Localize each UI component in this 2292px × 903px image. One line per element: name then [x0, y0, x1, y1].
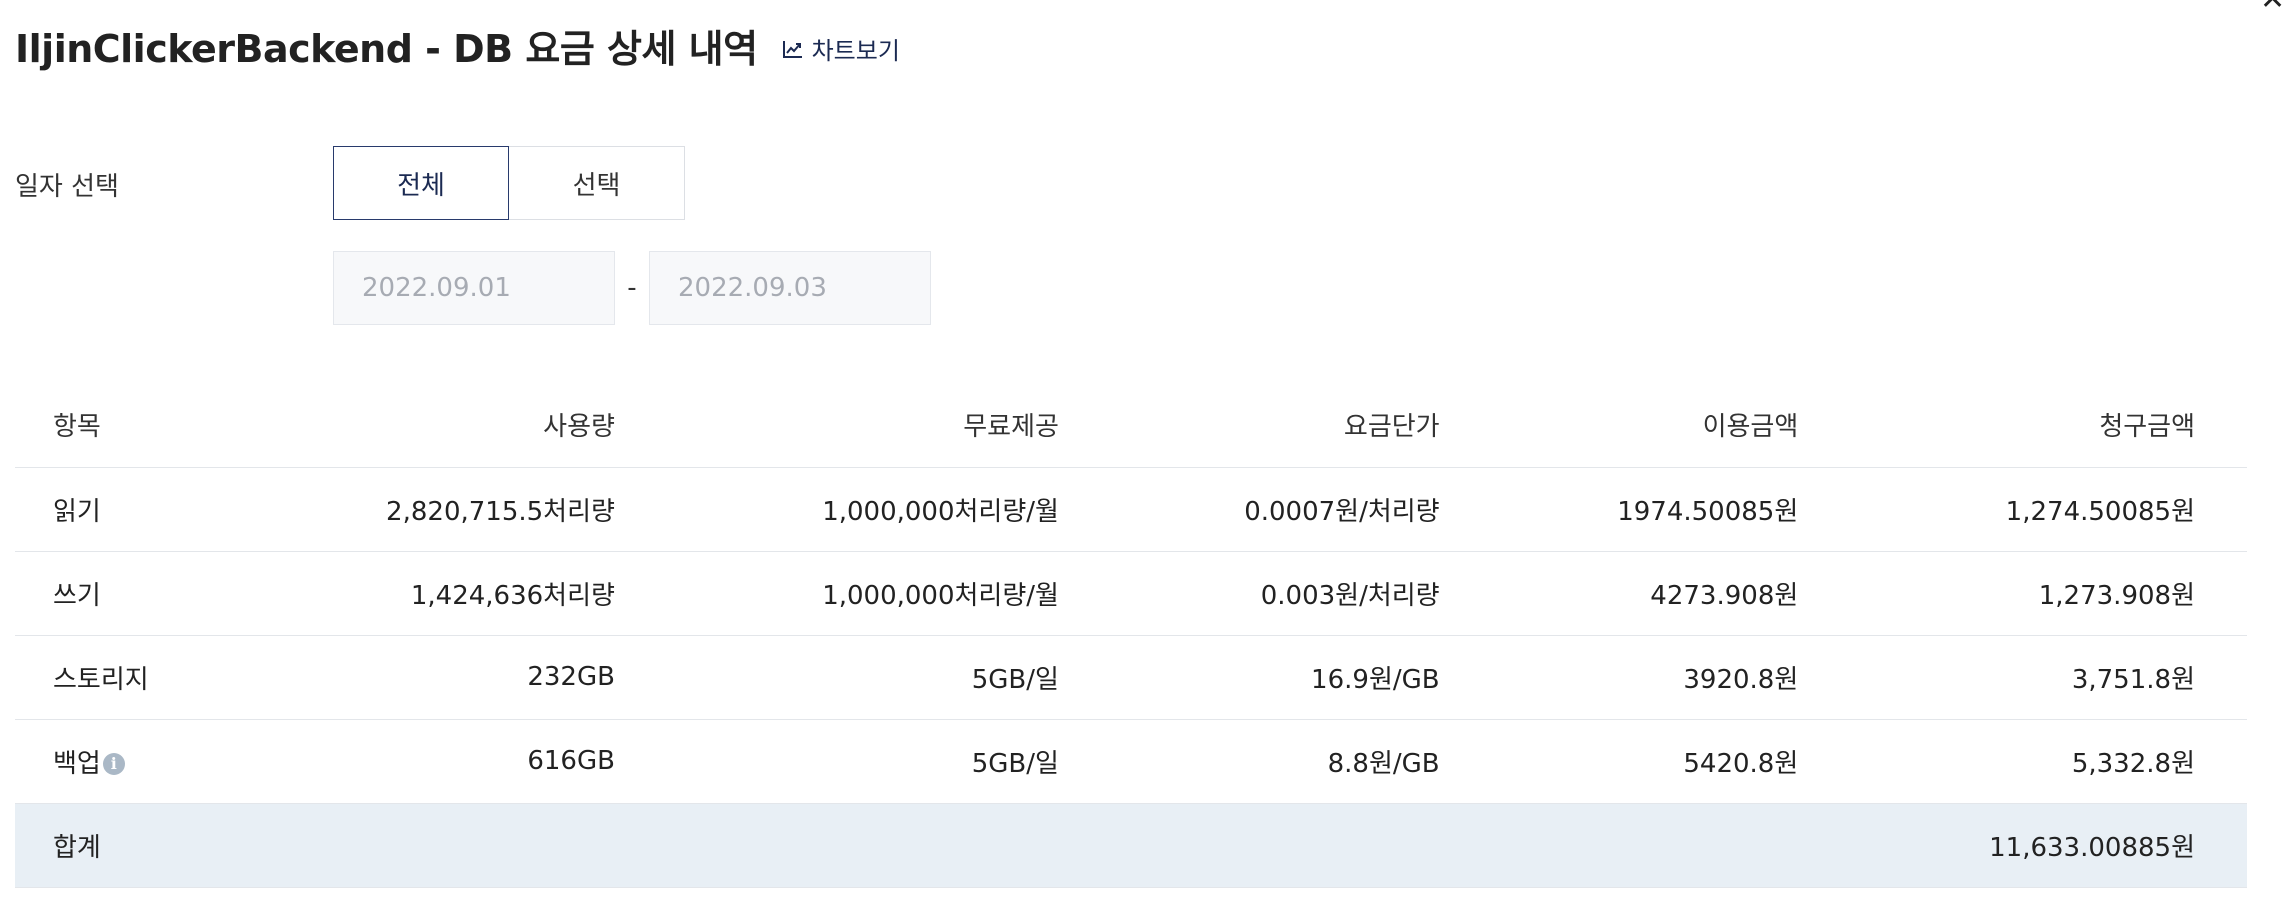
table-row: 읽기 2,820,715.5처리량 1,000,000처리량/월 0.0007원…: [15, 467, 2247, 552]
cell-billed: 1,274.50085원: [1850, 467, 2247, 552]
cell-free: 5GB/일: [666, 719, 1111, 804]
cell-free: 1,000,000처리량/월: [666, 551, 1111, 636]
col-header-unit-price: 요금단가: [1110, 383, 1492, 468]
cell-item: 쓰기: [15, 551, 235, 636]
cell-item-backup: 백업 i: [15, 719, 235, 804]
chart-view-label: 차트보기: [811, 37, 900, 65]
total-billed: 11,633.00885원: [1850, 803, 2247, 888]
total-empty: [235, 803, 667, 888]
col-header-item: 항목: [15, 383, 235, 468]
info-icon[interactable]: i: [102, 753, 125, 775]
cell-amount: 5420.8원: [1491, 719, 1851, 804]
cell-amount: 1974.50085원: [1491, 467, 1851, 552]
total-empty: [1110, 803, 1492, 888]
cell-unit-price: 0.0007원/처리량: [1110, 467, 1492, 552]
date-select-label: 일자 선택: [15, 172, 119, 202]
total-row: 합계 11,633.00885원: [15, 803, 2247, 888]
total-label: 합계: [15, 803, 235, 888]
table-row: 쓰기 1,424,636처리량 1,000,000처리량/월 0.003원/처리…: [15, 551, 2247, 636]
cell-unit-price: 0.003원/처리량: [1110, 551, 1492, 636]
cell-billed: 5,332.8원: [1850, 719, 2247, 804]
date-mode-toggle: 전체 선택: [333, 146, 685, 220]
cell-amount: 3920.8원: [1491, 635, 1851, 720]
cell-free: 5GB/일: [666, 635, 1111, 720]
page-title: IljinClickerBackend - DB 요금 상세 내역: [15, 27, 758, 71]
date-separator: -: [627, 273, 637, 303]
date-mode-select-button[interactable]: 선택: [509, 146, 685, 220]
date-range: -: [333, 251, 931, 325]
col-header-billed: 청구금액: [1850, 383, 2247, 468]
cell-usage: 616GB: [235, 719, 667, 804]
close-icon[interactable]: ✕: [2260, 0, 2288, 15]
end-date-input[interactable]: [649, 251, 931, 325]
line-chart-icon: [782, 40, 802, 58]
cell-item-label: 백업: [53, 748, 101, 779]
cell-billed: 1,273.908원: [1850, 551, 2247, 636]
cell-item: 읽기: [15, 467, 235, 552]
table-header-row: 항목 사용량 무료제공 요금단가 이용금액 청구금액: [15, 383, 2247, 468]
col-header-amount: 이용금액: [1491, 383, 1851, 468]
cell-billed: 3,751.8원: [1850, 635, 2247, 720]
table-row: 백업 i 616GB 5GB/일 8.8원/GB 5420.8원 5,332.8원: [15, 719, 2247, 804]
cell-usage: 1,424,636처리량: [235, 551, 667, 636]
col-header-free: 무료제공: [666, 383, 1111, 468]
cell-unit-price: 8.8원/GB: [1110, 719, 1492, 804]
header: IljinClickerBackend - DB 요금 상세 내역 차트보기: [15, 18, 900, 73]
cell-usage: 2,820,715.5처리량: [235, 467, 667, 552]
db-fee-detail-modal: ✕ IljinClickerBackend - DB 요금 상세 내역 차트보기…: [0, 0, 2292, 903]
cell-amount: 4273.908원: [1491, 551, 1851, 636]
cell-item: 스토리지: [15, 635, 235, 720]
table-row: 스토리지 232GB 5GB/일 16.9원/GB 3920.8원 3,751.…: [15, 635, 2247, 720]
cell-usage: 232GB: [235, 635, 667, 720]
date-mode-all-button[interactable]: 전체: [333, 146, 509, 220]
fee-table: 항목 사용량 무료제공 요금단가 이용금액 청구금액 읽기 2,820,715.…: [15, 383, 2247, 888]
cell-unit-price: 16.9원/GB: [1110, 635, 1492, 720]
chart-view-link[interactable]: 차트보기: [782, 31, 900, 66]
start-date-input[interactable]: [333, 251, 615, 325]
total-empty: [1491, 803, 1851, 888]
cell-free: 1,000,000처리량/월: [666, 467, 1111, 552]
total-empty: [666, 803, 1111, 888]
col-header-usage: 사용량: [235, 383, 667, 468]
